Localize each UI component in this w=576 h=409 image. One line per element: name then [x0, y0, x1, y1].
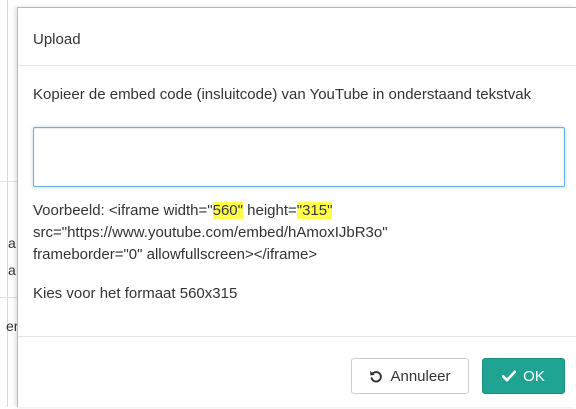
ok-button[interactable]: OK	[482, 358, 565, 394]
cancel-label: Annuleer	[390, 367, 451, 385]
example-prefix: Voorbeeld: <iframe width="	[33, 202, 213, 219]
dialog-header: Upload	[18, 8, 576, 66]
backdrop-text-fragment: a	[8, 262, 16, 278]
example-height-highlight: "315"	[296, 202, 333, 219]
dialog-title: Upload	[33, 31, 81, 48]
check-icon	[502, 370, 517, 382]
example-code: Voorbeeld: <iframe width="560" height="3…	[33, 200, 561, 266]
example-width-highlight: 560"	[212, 202, 243, 219]
backdrop-divider	[7, 0, 8, 407]
upload-dialog: Upload Kopieer de embed code (insluitcod…	[17, 7, 576, 407]
format-note: Kies voor het formaat 560x315	[33, 285, 238, 302]
ok-label: OK	[523, 367, 545, 385]
example-height-attr: height=	[242, 202, 297, 219]
backdrop-text-fragment: a	[8, 235, 16, 251]
example-line-3: frameborder="0" allowfullscreen></iframe…	[33, 246, 318, 263]
embed-code-input[interactable]	[33, 127, 565, 187]
undo-icon	[369, 369, 383, 383]
example-line-2: src="https://www.youtube.com/embed/hAmox…	[33, 224, 388, 241]
example-line-1: Voorbeeld: <iframe width="560" height="3…	[33, 200, 561, 222]
instruction-text: Kopieer de embed code (insluitcode) van …	[33, 86, 532, 103]
dialog-body: Kopieer de embed code (insluitcode) van …	[18, 66, 576, 305]
dialog-footer: Annuleer OK	[18, 336, 576, 409]
cancel-button[interactable]: Annuleer	[351, 358, 469, 394]
